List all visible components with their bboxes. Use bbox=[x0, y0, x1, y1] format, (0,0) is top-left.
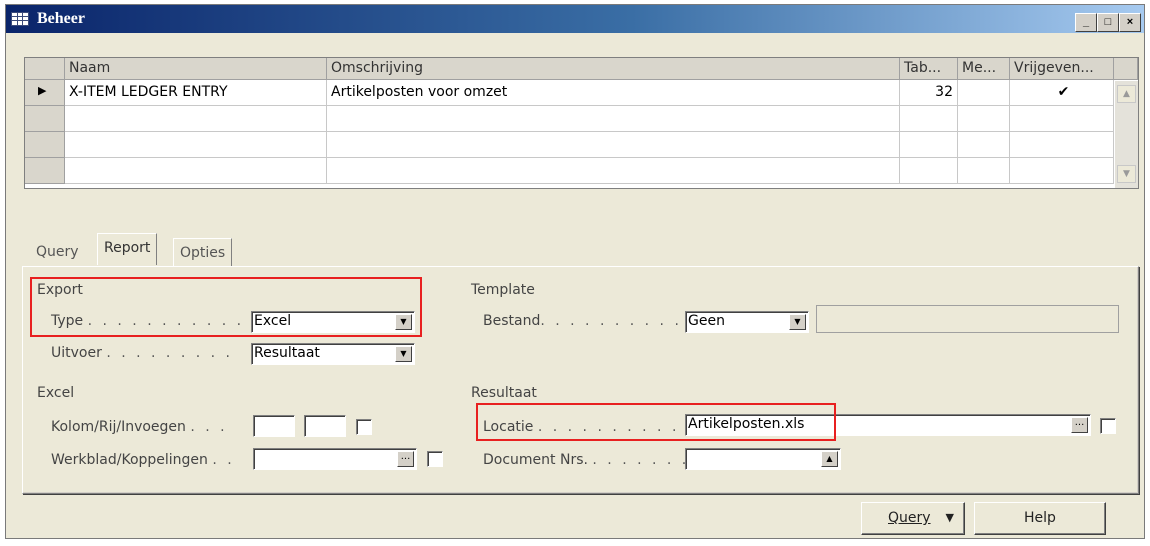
chevron-down-icon[interactable]: ▼ bbox=[395, 346, 412, 362]
werkblad-input[interactable]: ... bbox=[253, 448, 417, 470]
tab-opties[interactable]: Opties bbox=[173, 238, 233, 266]
cell-me[interactable] bbox=[958, 80, 1010, 106]
chevron-down-icon[interactable]: ▼ bbox=[789, 314, 806, 330]
koppelingen-checkbox[interactable] bbox=[427, 451, 443, 467]
uitvoer-value: Resultaat bbox=[254, 345, 320, 361]
table-grid: Naam Omschrijving Tab... Me... Vrijgeven… bbox=[24, 57, 1139, 189]
minimize-button[interactable]: _ bbox=[1075, 13, 1097, 32]
beheer-window: Beheer _ □ × Naam Omschrijving Tab... Me… bbox=[5, 4, 1145, 539]
cell-tab[interactable]: 32 bbox=[900, 80, 958, 106]
scroll-down-icon[interactable]: ▼ bbox=[1117, 165, 1136, 183]
table-cell[interactable] bbox=[1010, 158, 1114, 184]
window-title: Beheer bbox=[37, 10, 85, 27]
tab-query[interactable]: Query bbox=[30, 238, 85, 266]
kolom-input[interactable] bbox=[253, 415, 295, 437]
table-icon bbox=[11, 12, 29, 26]
bestand-select[interactable]: Geen ▼ bbox=[685, 311, 809, 333]
table-cell[interactable] bbox=[1010, 106, 1114, 132]
table-cell[interactable] bbox=[65, 106, 327, 132]
bestand-label: Bestand. . . . . . . . . . bbox=[483, 313, 682, 329]
column-header-naam[interactable]: Naam bbox=[65, 58, 327, 80]
table-cell[interactable] bbox=[327, 132, 900, 158]
query-button-label: Query bbox=[888, 510, 931, 526]
table-cell[interactable] bbox=[958, 158, 1010, 184]
table-cell[interactable] bbox=[958, 132, 1010, 158]
table-cell[interactable] bbox=[65, 132, 327, 158]
title-bar[interactable]: Beheer _ □ × bbox=[6, 5, 1144, 33]
tab-report[interactable]: Report bbox=[97, 233, 158, 265]
table-cell[interactable] bbox=[900, 158, 958, 184]
table-cell[interactable] bbox=[900, 132, 958, 158]
row-selector-2[interactable] bbox=[25, 106, 65, 132]
table-cell[interactable] bbox=[327, 106, 900, 132]
scroll-up-icon[interactable]: ▲ bbox=[1117, 85, 1136, 103]
rij-input[interactable] bbox=[304, 415, 346, 437]
export-highlight-box bbox=[30, 277, 422, 337]
resultaat-heading: Resultaat bbox=[471, 385, 537, 401]
help-button[interactable]: Help bbox=[974, 502, 1106, 535]
bestand-value: Geen bbox=[688, 313, 725, 329]
vertical-scrollbar[interactable]: ▲ ▼ bbox=[1115, 81, 1138, 188]
row-selector-4[interactable] bbox=[25, 158, 65, 184]
close-button[interactable]: × bbox=[1119, 13, 1141, 32]
table-cell[interactable] bbox=[958, 106, 1010, 132]
document-nrs-label: Document Nrs. . . . . . . . bbox=[483, 452, 690, 468]
column-header-me[interactable]: Me... bbox=[958, 58, 1010, 80]
locatie-highlight-box bbox=[476, 403, 836, 441]
up-arrow-icon[interactable]: ▲ bbox=[821, 451, 838, 467]
grid-corner bbox=[25, 58, 65, 80]
template-heading: Template bbox=[471, 282, 535, 298]
ellipsis-icon[interactable]: ... bbox=[1071, 417, 1088, 433]
query-button[interactable]: Query ▼ bbox=[861, 502, 965, 535]
invoegen-checkbox[interactable] bbox=[356, 419, 372, 435]
chevron-down-icon[interactable]: ▼ bbox=[946, 503, 954, 533]
uitvoer-select[interactable]: Resultaat ▼ bbox=[251, 343, 415, 365]
column-header-tab[interactable]: Tab... bbox=[900, 58, 958, 80]
kolom-rij-invoegen-label: Kolom/Rij/Invoegen . . . bbox=[51, 419, 228, 435]
cell-naam[interactable]: X-ITEM LEDGER ENTRY bbox=[65, 80, 327, 106]
table-cell[interactable] bbox=[65, 158, 327, 184]
row-selector-1[interactable]: ▶ bbox=[25, 80, 65, 106]
row-selector-3[interactable] bbox=[25, 132, 65, 158]
row-pointer-icon: ▶ bbox=[38, 84, 47, 97]
uitvoer-label: Uitvoer . . . . . . . . . bbox=[51, 345, 233, 361]
werkblad-koppelingen-label: Werkblad/Koppelingen . . bbox=[51, 452, 235, 468]
table-cell[interactable] bbox=[327, 158, 900, 184]
bestand-path-field bbox=[816, 305, 1119, 333]
grid-corner-right bbox=[1114, 58, 1138, 80]
excel-heading: Excel bbox=[37, 385, 75, 401]
maximize-button[interactable]: □ bbox=[1097, 13, 1119, 32]
locatie-checkbox[interactable] bbox=[1100, 418, 1116, 434]
cell-vrijgeven-checkmark[interactable]: ✔ bbox=[1010, 80, 1114, 106]
table-cell[interactable] bbox=[1010, 132, 1114, 158]
column-header-omschrijving[interactable]: Omschrijving bbox=[327, 58, 900, 80]
document-nrs-input[interactable]: ▲ bbox=[685, 448, 841, 470]
cell-omschrijving[interactable]: Artikelposten voor omzet bbox=[327, 80, 900, 106]
ellipsis-icon[interactable]: ... bbox=[397, 451, 414, 467]
column-header-vrijgeven[interactable]: Vrijgeven... bbox=[1010, 58, 1114, 80]
table-cell[interactable] bbox=[900, 106, 958, 132]
